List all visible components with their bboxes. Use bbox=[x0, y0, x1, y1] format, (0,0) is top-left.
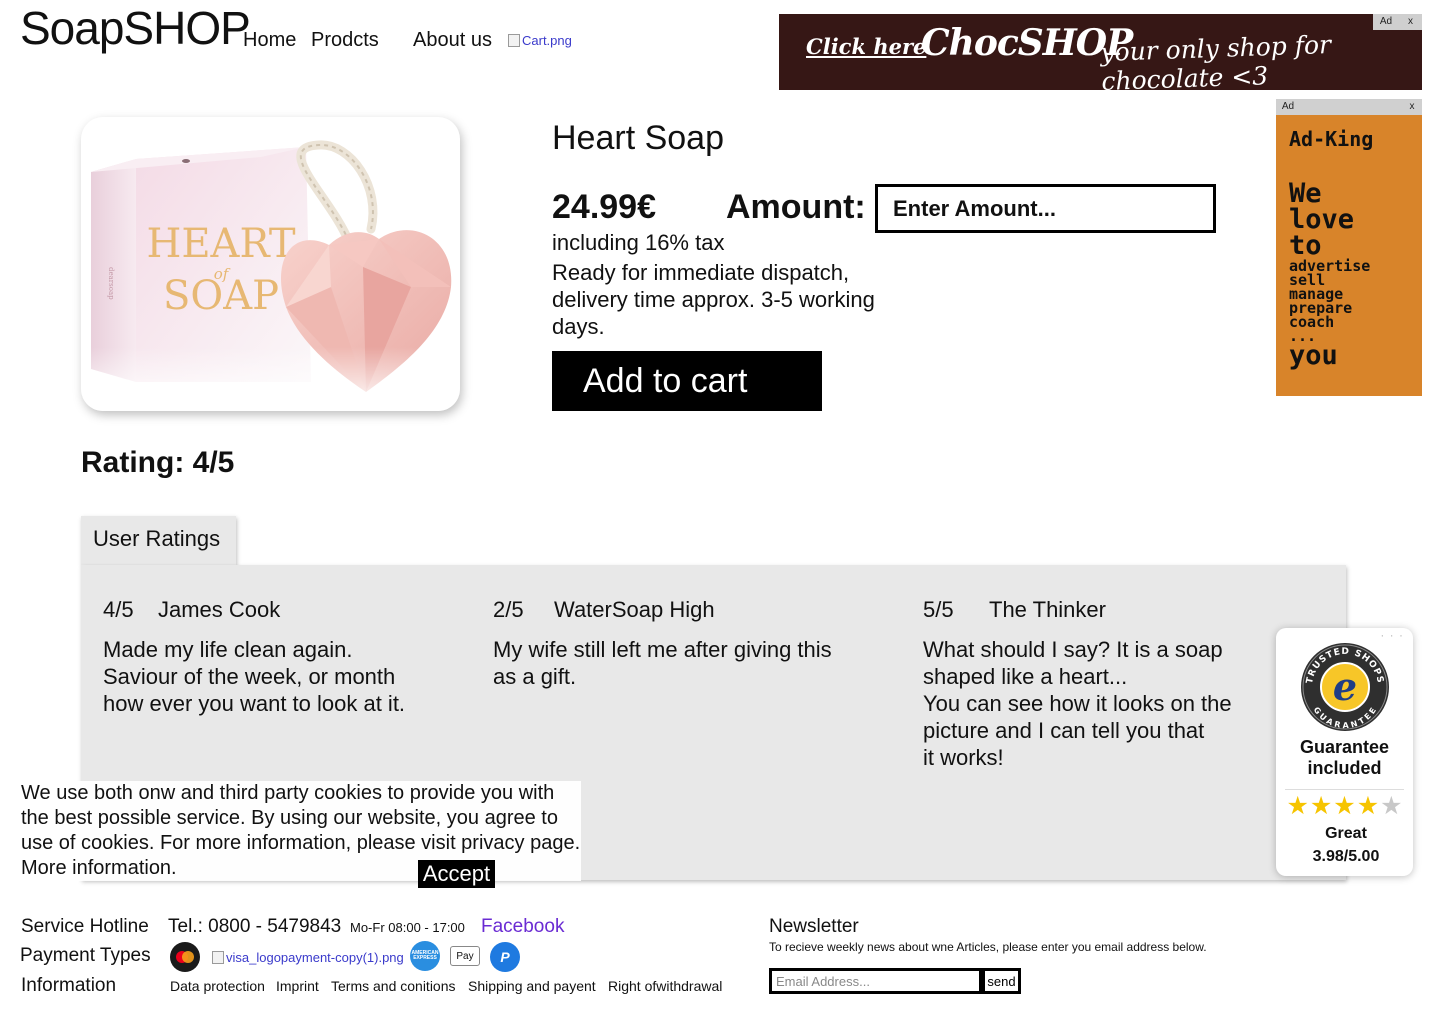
nav-home[interactable]: Home bbox=[243, 28, 296, 52]
visa-icon: visa_logopayment-copy(1).png bbox=[212, 950, 404, 965]
ad-click-here-link[interactable]: Click here bbox=[806, 34, 926, 59]
overall-rating: Rating: 4/5 bbox=[81, 446, 235, 479]
review-score: 4/5 bbox=[103, 597, 134, 622]
trusted-shops-badge-icon: TRUSTED SHOPS GUARANTEE e bbox=[1301, 643, 1389, 731]
star-icon: ★ bbox=[1333, 792, 1357, 820]
product-title: Heart Soap bbox=[552, 119, 724, 157]
paypal-icon: P bbox=[490, 942, 520, 972]
star-icon: ★ bbox=[1286, 792, 1310, 820]
star-rating: ★★★★★ bbox=[1280, 791, 1410, 821]
review-author: WaterSoap High bbox=[554, 597, 715, 622]
cart-image-alt: Cart.png bbox=[522, 33, 572, 48]
amount-label: Amount: bbox=[726, 188, 866, 226]
ad-close-button[interactable]: x bbox=[1402, 99, 1422, 115]
ad-slogan: your only shop for chocolate <3 bbox=[1099, 29, 1332, 90]
rating-label: Great bbox=[1325, 825, 1367, 842]
mastercard-icon bbox=[170, 942, 200, 972]
rating-score: 3.98/5.00 bbox=[1312, 848, 1380, 865]
more-options-icon[interactable]: · · · bbox=[1380, 628, 1404, 642]
hotline-phone[interactable]: Tel.: 0800 - 5479843 bbox=[168, 916, 341, 938]
review-line: as a gift. bbox=[493, 664, 577, 689]
service-hotline-label: Service Hotline bbox=[21, 916, 149, 937]
tab-user-ratings[interactable]: User Ratings bbox=[81, 516, 236, 565]
review-line: how ever you want to look at it. bbox=[103, 691, 406, 716]
product-image: HEART of SOAP dearsoap bbox=[81, 117, 460, 411]
guarantee-text: Guarantee included bbox=[1299, 737, 1390, 778]
ad-line: to bbox=[1289, 230, 1322, 261]
broken-image-icon bbox=[212, 951, 224, 964]
box-brand: dearsoap bbox=[107, 267, 115, 300]
cookie-notice: We use both onw and third party cookies … bbox=[21, 781, 581, 881]
hotline-hours: Mo-Fr 08:00 - 17:00 bbox=[350, 920, 465, 935]
review-text: My wife still left me after giving this … bbox=[493, 636, 832, 690]
ad-title: Ad-King bbox=[1289, 127, 1374, 151]
review-line: What should I say? It is a soap bbox=[923, 637, 1223, 662]
facebook-link[interactable]: Facebook bbox=[481, 916, 564, 938]
review-line: Made my life clean again. bbox=[103, 637, 353, 662]
review-text: What should I say? It is a soap shaped l… bbox=[923, 636, 1232, 771]
review-score: 5/5 bbox=[923, 597, 954, 622]
link-withdrawal[interactable]: Right ofwithdrawal bbox=[608, 978, 722, 994]
review-score: 2/5 bbox=[493, 597, 524, 622]
cart-icon[interactable]: Cart.png bbox=[508, 33, 572, 48]
trusted-shops-widget[interactable]: · · · TRUSTED SHOPS GUARANTEE e Guarante… bbox=[1276, 628, 1413, 876]
payment-types-label: Payment Types bbox=[20, 945, 151, 966]
ad-label: Ad bbox=[1276, 99, 1300, 115]
amount-input[interactable] bbox=[875, 184, 1216, 233]
information-label: Information bbox=[21, 975, 117, 996]
broken-image-icon bbox=[508, 34, 520, 47]
apple-pay-text: Pay bbox=[456, 950, 474, 962]
link-data-protection[interactable]: Data protection bbox=[170, 978, 265, 994]
visa-image-alt: visa_logopayment-copy(1).png bbox=[226, 950, 404, 965]
nav-products[interactable]: Prodcts bbox=[311, 28, 379, 52]
amex-icon: AMERICAN EXPRESS bbox=[410, 941, 440, 971]
star-icon: ★ bbox=[1356, 792, 1381, 820]
heart-soap-illustration: HEART of SOAP dearsoap bbox=[81, 140, 460, 411]
review-author: The Thinker bbox=[989, 597, 1106, 622]
star-icon: ★ bbox=[1309, 792, 1334, 820]
review-line: You can see how it looks on the bbox=[923, 691, 1232, 716]
review-text: Made my life clean again. Saviour of the… bbox=[103, 636, 405, 717]
badge-letter: e bbox=[1333, 664, 1357, 709]
ad-line: you bbox=[1289, 340, 1338, 371]
newsletter-send-button[interactable]: send bbox=[982, 968, 1021, 994]
newsletter-email-input[interactable] bbox=[769, 968, 982, 994]
accept-cookies-button[interactable]: Accept bbox=[418, 860, 495, 888]
nav-about-us[interactable]: About us bbox=[413, 28, 492, 52]
review-author: James Cook bbox=[158, 597, 281, 622]
box-text-soap: SOAP bbox=[163, 273, 279, 319]
add-to-cart-button[interactable]: Add to cart bbox=[552, 351, 822, 411]
newsletter-title: Newsletter bbox=[769, 916, 859, 937]
review-line: shaped like a heart... bbox=[923, 664, 1128, 689]
product-price: 24.99€ bbox=[552, 188, 656, 226]
newsletter-description: To recieve weekly news about wne Article… bbox=[769, 940, 1207, 954]
review-line: Saviour of the week, or month bbox=[103, 664, 396, 689]
review-line: picture and I can tell you that bbox=[923, 718, 1205, 743]
chocshop-banner-ad[interactable]: Ad x Click here ChocSHOP your only shop … bbox=[779, 14, 1422, 90]
review-line: My wife still left me after giving this bbox=[493, 637, 832, 662]
ad-header-bar bbox=[1300, 99, 1402, 115]
link-imprint[interactable]: Imprint bbox=[276, 978, 319, 994]
link-shipping[interactable]: Shipping and payent bbox=[468, 978, 596, 994]
apple-pay-icon: Pay bbox=[450, 946, 480, 966]
tax-note: including 16% tax bbox=[552, 230, 725, 255]
dispatch-note: Ready for immediate dispatch, delivery t… bbox=[552, 260, 875, 339]
box-text-heart: HEART bbox=[146, 221, 295, 267]
review-line: it works! bbox=[923, 745, 1004, 770]
site-logo[interactable]: SoapSHOP bbox=[20, 4, 251, 52]
widget-divider bbox=[1285, 789, 1404, 790]
ad-king-side-ad[interactable]: Ad x Ad-King We love to advertise sell m… bbox=[1276, 99, 1422, 396]
star-icon: ★ bbox=[1380, 792, 1404, 820]
link-terms[interactable]: Terms and conitions bbox=[331, 978, 456, 994]
